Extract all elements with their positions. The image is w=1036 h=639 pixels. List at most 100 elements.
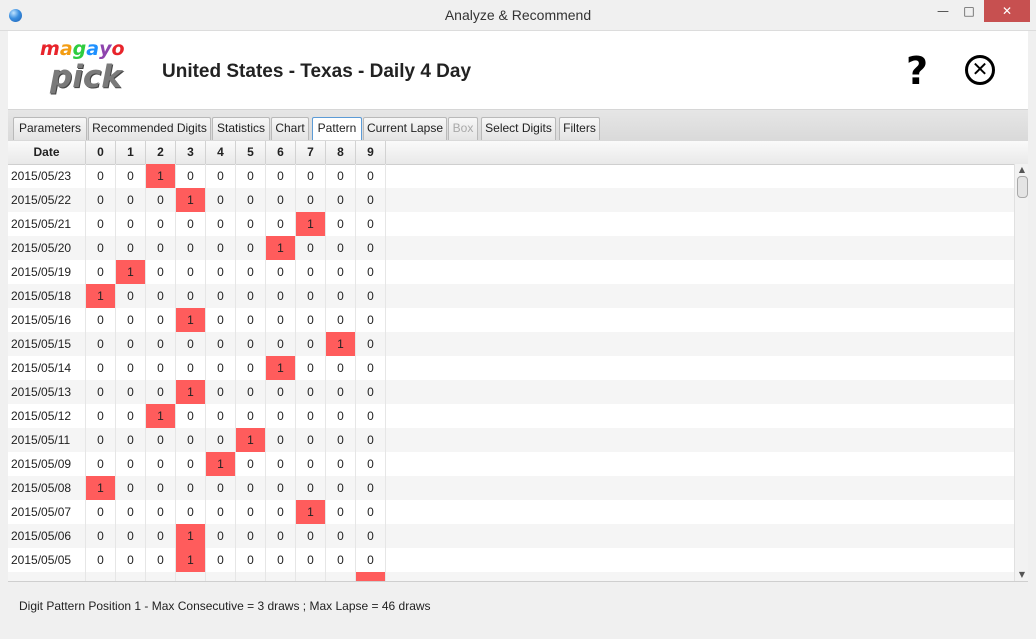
date-cell: 2015/05/05 xyxy=(8,548,86,572)
table-row[interactable]: 2015/05/19 0 1 0 0 0 0 0 0 0 0 xyxy=(8,260,1014,284)
digit-cell: 0 xyxy=(236,500,266,524)
column-header-digit-4[interactable]: 4 xyxy=(206,141,236,164)
digit-cell: 0 xyxy=(86,356,116,380)
tab-recommended-digits[interactable]: Recommended Digits xyxy=(88,117,211,140)
digit-cell: 0 xyxy=(296,404,326,428)
column-header-digit-7[interactable]: 7 xyxy=(296,141,326,164)
digit-hit-cell: 1 xyxy=(206,452,236,476)
digit-cell: 0 xyxy=(146,260,176,284)
help-icon[interactable]: ? xyxy=(906,51,928,91)
vertical-scrollbar[interactable]: ▲ ▼ xyxy=(1014,164,1028,581)
tab-select-digits[interactable]: Select Digits xyxy=(481,117,556,140)
column-header-digit-5[interactable]: 5 xyxy=(236,141,266,164)
logo-letter: a xyxy=(59,38,73,60)
table-row[interactable]: 2015/05/12 0 0 1 0 0 0 0 0 0 0 xyxy=(8,404,1014,428)
table-row[interactable]: 2015/05/22 0 0 0 1 0 0 0 0 0 0 xyxy=(8,188,1014,212)
table-row[interactable]: 2015/05/08 1 0 0 0 0 0 0 0 0 0 xyxy=(8,476,1014,500)
table-row[interactable]: 2015/05/13 0 0 0 1 0 0 0 0 0 0 xyxy=(8,380,1014,404)
table-row[interactable]: 2015/05/20 0 0 0 0 0 0 1 0 0 0 xyxy=(8,236,1014,260)
column-header-digit-8[interactable]: 8 xyxy=(326,141,356,164)
logo-magayo: magayo xyxy=(40,38,125,60)
digit-cell: 0 xyxy=(176,164,206,188)
tab-pattern[interactable]: Pattern xyxy=(312,117,362,140)
status-bar: Digit Pattern Position 1 - Max Consecuti… xyxy=(8,582,1028,632)
digit-cell: 0 xyxy=(176,332,206,356)
column-header-digit-2[interactable]: 2 xyxy=(146,141,176,164)
digit-cell: 0 xyxy=(116,212,146,236)
digit-cell: 0 xyxy=(146,452,176,476)
digit-cell: 0 xyxy=(206,380,236,404)
digit-cell: 0 xyxy=(296,164,326,188)
digit-cell: 0 xyxy=(206,284,236,308)
column-header-digit-6[interactable]: 6 xyxy=(266,141,296,164)
table-row[interactable]: 2015/05/18 1 0 0 0 0 0 0 0 0 0 xyxy=(8,284,1014,308)
table-row[interactable]: 2015/05/05 0 0 0 1 0 0 0 0 0 0 xyxy=(8,548,1014,572)
table-row[interactable]: 2015/05/15 0 0 0 0 0 0 0 0 1 0 xyxy=(8,332,1014,356)
digit-hit-cell: 1 xyxy=(296,500,326,524)
digit-cell: 0 xyxy=(326,284,356,308)
digit-cell: 0 xyxy=(326,404,356,428)
column-header-digit-3[interactable]: 3 xyxy=(176,141,206,164)
digit-cell: 0 xyxy=(116,332,146,356)
digit-cell: 0 xyxy=(326,452,356,476)
column-header-date[interactable]: Date xyxy=(8,141,86,164)
tab-filters[interactable]: Filters xyxy=(559,117,600,140)
table-row[interactable]: 2015/05/14 0 0 0 0 0 0 1 0 0 0 xyxy=(8,356,1014,380)
scroll-thumb[interactable] xyxy=(1017,176,1028,198)
tab-parameters[interactable]: Parameters xyxy=(13,117,87,140)
digit-cell: 0 xyxy=(326,236,356,260)
digit-hit-cell: 1 xyxy=(86,476,116,500)
digit-cell: 0 xyxy=(356,212,386,236)
column-header-digit-0[interactable]: 0 xyxy=(86,141,116,164)
close-circle-icon[interactable]: ✕ xyxy=(965,55,995,85)
tab-statistics[interactable]: Statistics xyxy=(212,117,270,140)
digit-cell: 0 xyxy=(86,332,116,356)
digit-cell xyxy=(206,572,236,581)
table-row[interactable]: 2015/05/07 0 0 0 0 0 0 0 1 0 0 xyxy=(8,500,1014,524)
digit-cell: 0 xyxy=(326,308,356,332)
digit-cell: 0 xyxy=(146,188,176,212)
digit-cell: 0 xyxy=(176,284,206,308)
digit-cell: 0 xyxy=(266,452,296,476)
scroll-down-arrow-icon[interactable]: ▼ xyxy=(1015,569,1028,581)
digit-cell: 0 xyxy=(266,164,296,188)
window-close-button[interactable]: ✕ xyxy=(984,0,1030,22)
scroll-up-arrow-icon[interactable]: ▲ xyxy=(1015,164,1028,176)
digit-cell: 0 xyxy=(116,188,146,212)
digit-cell: 0 xyxy=(176,404,206,428)
digit-cell: 0 xyxy=(86,260,116,284)
digit-cell: 0 xyxy=(326,212,356,236)
logo-pick: pick xyxy=(50,59,122,95)
digit-cell: 0 xyxy=(266,476,296,500)
digit-cell: 0 xyxy=(266,548,296,572)
digit-hit-cell: 1 xyxy=(176,380,206,404)
date-cell: 2015/05/06 xyxy=(8,524,86,548)
digit-cell: 0 xyxy=(296,428,326,452)
column-header-digit-1[interactable]: 1 xyxy=(116,141,146,164)
digit-hit-cell xyxy=(356,572,386,581)
maximize-button[interactable]: □ xyxy=(956,0,982,22)
digit-cell: 0 xyxy=(326,380,356,404)
digit-cell: 0 xyxy=(266,212,296,236)
digit-cell: 0 xyxy=(326,428,356,452)
table-row[interactable]: 2015/05/09 0 0 0 0 1 0 0 0 0 0 xyxy=(8,452,1014,476)
digit-cell: 0 xyxy=(356,356,386,380)
column-header-digit-9[interactable]: 9 xyxy=(356,141,386,164)
digit-cell: 0 xyxy=(356,524,386,548)
digit-cell: 0 xyxy=(236,236,266,260)
tab-current-lapse[interactable]: Current Lapse xyxy=(363,117,447,140)
table-row[interactable] xyxy=(8,572,1014,581)
digit-cell: 0 xyxy=(176,260,206,284)
digit-cell: 0 xyxy=(116,236,146,260)
table-row[interactable]: 2015/05/06 0 0 0 1 0 0 0 0 0 0 xyxy=(8,524,1014,548)
minimize-button[interactable]: — xyxy=(930,0,956,22)
table-row[interactable]: 2015/05/23 0 0 1 0 0 0 0 0 0 0 xyxy=(8,164,1014,188)
digit-cell: 0 xyxy=(356,260,386,284)
digit-cell xyxy=(86,572,116,581)
digit-cell xyxy=(266,572,296,581)
table-row[interactable]: 2015/05/16 0 0 0 1 0 0 0 0 0 0 xyxy=(8,308,1014,332)
table-row[interactable]: 2015/05/11 0 0 0 0 0 1 0 0 0 0 xyxy=(8,428,1014,452)
digit-cell: 0 xyxy=(236,524,266,548)
tab-chart[interactable]: Chart xyxy=(271,117,309,140)
table-row[interactable]: 2015/05/21 0 0 0 0 0 0 0 1 0 0 xyxy=(8,212,1014,236)
